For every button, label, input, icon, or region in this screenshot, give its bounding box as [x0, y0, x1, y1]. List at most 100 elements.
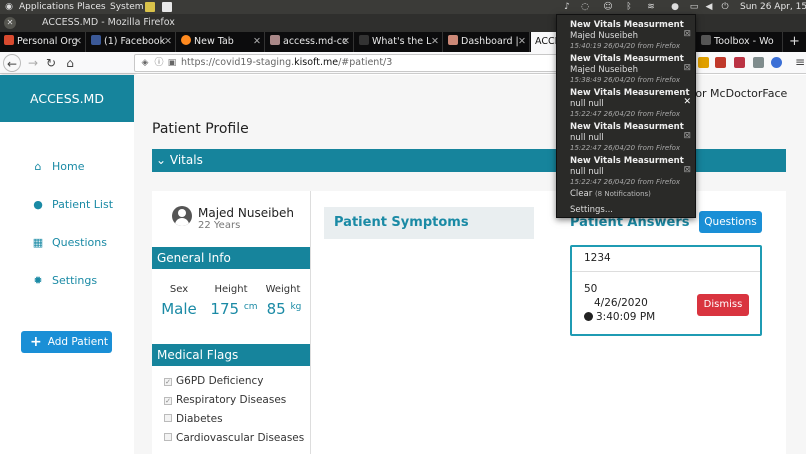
reload-icon[interactable]: ↻ — [42, 54, 60, 72]
tab-close-icon[interactable]: ✕ — [74, 32, 82, 52]
add-patient-button[interactable]: + Add Patient — [21, 331, 112, 353]
tab-whats-the[interactable]: What's the L ✕ — [355, 32, 443, 52]
volume-icon[interactable]: ◀ — [704, 2, 714, 12]
sidebar-item-settings[interactable]: ✹ Settings — [30, 273, 97, 289]
close-icon[interactable]: ⊠ — [683, 29, 691, 39]
new-tab-plus-icon[interactable]: + — [789, 32, 800, 52]
divider — [572, 271, 760, 272]
flag-respiratory[interactable]: ✓ Respiratory Diseases — [164, 394, 286, 406]
tab-new-tab[interactable]: New Tab ✕ — [177, 32, 265, 52]
extension-icon[interactable] — [753, 57, 764, 68]
notification-bell-icon[interactable]: ♪ — [562, 2, 572, 12]
doctor-name[interactable]: tor McDoctorFace — [691, 87, 787, 100]
tab-label: Dashboard | — [461, 36, 519, 47]
system-top-bar: ◉ Applications Places System ♪ ◌ ☺ ᛒ ≋ ●… — [0, 0, 806, 14]
lock-icon: ▣ — [167, 58, 177, 68]
checkbox[interactable] — [164, 433, 172, 441]
checkbox-checked[interactable]: ✓ — [164, 397, 172, 405]
notification-meta: 15:38:49 26/04/20 from Firefox — [570, 76, 681, 84]
stat-value: 175 — [210, 300, 240, 318]
gear-icon: ✹ — [33, 274, 43, 287]
clock[interactable]: Sun 26 Apr, 15:4 — [740, 1, 806, 13]
plus-icon: + — [30, 334, 42, 350]
notification-item[interactable]: New Vitals Measurement null null 15:22:4… — [557, 85, 697, 119]
sidebar-item-questions[interactable]: ▦ Questions — [30, 235, 107, 251]
notification-item[interactable]: New Vitals Measurment null null 15:22:47… — [557, 119, 697, 153]
tab-label: (1) Facebook — [104, 36, 166, 47]
extension-icon[interactable] — [734, 57, 745, 68]
extension-icon[interactable] — [698, 57, 709, 68]
menu-places[interactable]: Places — [77, 1, 106, 13]
bluetooth-icon[interactable]: ᛒ — [624, 2, 634, 12]
close-icon[interactable]: ⊠ — [683, 131, 691, 141]
lightbulb-icon[interactable]: ◌ — [580, 2, 590, 12]
sidebar-item-label: Settings — [52, 274, 98, 287]
tab-favicon-icon — [91, 35, 101, 45]
sidebar-item-patient-list[interactable]: ● Patient List — [30, 197, 113, 213]
close-icon[interactable]: ✕ — [683, 97, 691, 107]
brand-logo[interactable]: ACCESS.MD — [0, 75, 134, 122]
calendar-icon: ▦ — [32, 236, 44, 249]
notification-settings[interactable]: Settings... — [570, 205, 613, 215]
stat-value: 85 — [266, 300, 286, 318]
menu-hamburger-icon[interactable]: ≡ — [795, 55, 805, 69]
tab-dashboard[interactable]: Dashboard | ✕ — [444, 32, 530, 52]
menu-system[interactable]: System — [110, 1, 144, 13]
text-editor-icon[interactable] — [162, 2, 172, 12]
notification-item[interactable]: New Vitals Measurment Majed Nuseibeh 15:… — [557, 51, 697, 85]
tab-close-icon[interactable]: ✕ — [164, 32, 172, 52]
sidebar-item-home[interactable]: ⌂ Home — [30, 159, 85, 175]
home-button-icon[interactable]: ⌂ — [61, 54, 79, 72]
questions-button[interactable]: Questions — [699, 211, 762, 233]
page-title: Patient Profile — [152, 121, 249, 137]
checkbox-checked[interactable]: ✓ — [164, 378, 172, 386]
close-icon[interactable]: ⊠ — [683, 165, 691, 175]
url-text[interactable]: https://covid19-staging.kisoft.me/#patie… — [181, 55, 392, 71]
flag-g6pd[interactable]: ✓ G6PD Deficiency — [164, 375, 264, 387]
intel-icon[interactable]: ● — [666, 2, 684, 12]
tab-facebook[interactable]: (1) Facebook ✕ — [87, 32, 176, 52]
extension-icon[interactable] — [771, 57, 782, 68]
notification-item[interactable]: New Vitals Measurment null null 15:22:47… — [557, 153, 697, 187]
dismiss-button[interactable]: Dismiss — [697, 294, 749, 316]
url-domain: kisoft.me — [294, 57, 339, 68]
notification-item[interactable]: New Vitals Measurment Majed Nuseibeh 15:… — [557, 17, 697, 51]
tab-close-icon[interactable]: ✕ — [518, 32, 526, 52]
ubuntu-logo-icon[interactable]: ◉ — [4, 2, 14, 12]
url-bar[interactable]: ◈ ⓘ ▣ https://covid19-staging.kisoft.me/… — [134, 54, 576, 72]
tab-close-icon[interactable]: ✕ — [431, 32, 439, 52]
tab-personal[interactable]: Personal Org ✕ — [0, 32, 86, 52]
notification-title: New Vitals Measurment — [570, 54, 684, 64]
close-window-icon[interactable]: ✕ — [4, 17, 16, 29]
tab-active-accessmd[interactable]: ACCE — [531, 32, 557, 52]
battery-icon[interactable]: ▭ — [688, 2, 700, 12]
main-content: tor McDoctorFace Patient Profile ⌄ Vital… — [134, 75, 806, 454]
notification-meta: 15:22:47 26/04/20 from Firefox — [570, 144, 681, 152]
tab-close-icon[interactable]: ✕ — [342, 32, 350, 52]
menu-applications[interactable]: Applications — [19, 1, 74, 13]
shield-icon[interactable]: ◈ — [139, 55, 151, 71]
general-info-header: General Info — [152, 247, 310, 269]
ublock-icon[interactable] — [715, 57, 726, 68]
notifications-dropdown: New Vitals Measurment Majed Nuseibeh 15:… — [556, 14, 696, 218]
flag-diabetes[interactable]: Diabetes — [164, 413, 223, 425]
tab-close-icon[interactable]: ✕ — [253, 32, 261, 52]
info-icon[interactable]: ⓘ — [153, 55, 165, 71]
tab-label: New Tab — [194, 36, 234, 47]
tab-toolbox[interactable]: Toolbox - Wo — [697, 32, 783, 52]
back-button-icon[interactable]: ← — [3, 54, 21, 72]
flag-cardiovascular[interactable]: Cardiovascular Diseases — [164, 432, 304, 444]
close-icon[interactable]: ⊠ — [683, 63, 691, 73]
stat-sex-value: Male — [149, 300, 209, 318]
tab-favicon-icon — [701, 35, 711, 45]
medical-flags-header: Medical Flags — [152, 344, 310, 366]
checkbox[interactable] — [164, 414, 172, 422]
forward-button-icon[interactable]: → — [24, 54, 42, 72]
tab-access-md[interactable]: access.md-cc ✕ — [266, 32, 354, 52]
clear-notifications[interactable]: Clear (8 Notifications) — [570, 189, 651, 199]
patient-info-column: Majed Nuseibeh 22 Years General Info Sex… — [152, 191, 311, 454]
discord-icon[interactable]: ☺ — [602, 2, 614, 12]
wifi-icon[interactable]: ≋ — [646, 2, 656, 12]
folder-icon[interactable] — [145, 2, 155, 12]
power-icon[interactable]: ⏻ — [720, 2, 730, 12]
